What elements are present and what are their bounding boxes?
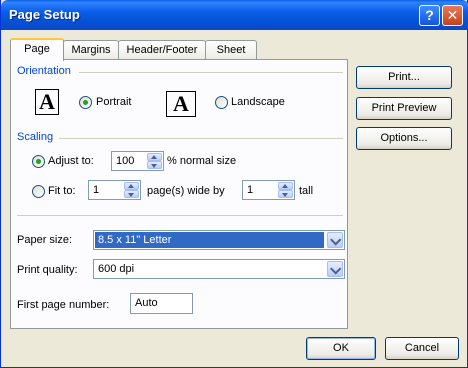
fit-wide-suffix: page(s) wide by: [147, 185, 225, 197]
first-page-number-label: First page number:: [17, 299, 110, 311]
fit-to-label[interactable]: Fit to:: [48, 185, 76, 197]
landscape-icon: A: [166, 91, 196, 117]
print-quality-value[interactable]: 600 dpi: [95, 261, 137, 277]
spin-up-icon[interactable]: [278, 182, 293, 190]
tab-margins-label: Margins: [71, 44, 111, 56]
chevron-down-icon[interactable]: [327, 261, 343, 277]
print-quality-label: Print quality:: [17, 264, 78, 276]
fit-tall-spinner[interactable]: 1: [242, 180, 295, 200]
fit-to-radio[interactable]: [32, 185, 45, 198]
scaling-divider: [59, 138, 343, 139]
adjust-to-suffix: % normal size: [167, 155, 237, 167]
spin-down-icon[interactable]: [278, 190, 293, 198]
cancel-button[interactable]: Cancel: [385, 337, 459, 360]
spin-up-icon[interactable]: [147, 153, 162, 161]
fit-tall-spin-arrows[interactable]: [278, 182, 293, 198]
chevron-down-icon[interactable]: [327, 232, 343, 248]
tab-sheet[interactable]: Sheet: [205, 40, 257, 60]
title-bar: Page Setup ? ✕: [1, 0, 468, 30]
tab-header-footer[interactable]: Header/Footer: [118, 40, 206, 60]
fit-wide-spinner[interactable]: 1: [88, 180, 141, 200]
portrait-label[interactable]: Portrait: [96, 96, 131, 108]
fit-wide-value[interactable]: 1: [93, 184, 99, 196]
adjust-to-spinner[interactable]: 100: [111, 151, 164, 171]
spin-down-icon[interactable]: [124, 190, 139, 198]
tab-header-footer-label: Header/Footer: [126, 44, 198, 56]
paper-size-select[interactable]: 8.5 x 11" Letter: [93, 230, 345, 250]
paper-size-value[interactable]: 8.5 x 11" Letter: [95, 232, 324, 248]
fit-tall-value[interactable]: 1: [247, 184, 253, 196]
options-button[interactable]: Options...: [356, 127, 452, 150]
ok-button[interactable]: OK: [306, 337, 376, 360]
portrait-icon: A: [35, 89, 59, 115]
section-divider: [17, 215, 343, 216]
paper-size-label: Paper size:: [17, 234, 73, 246]
tab-sheet-label: Sheet: [216, 44, 246, 56]
scaling-group-label: Scaling: [17, 131, 54, 143]
help-button[interactable]: ?: [419, 5, 440, 26]
adjust-to-radio[interactable]: [32, 155, 45, 168]
landscape-radio[interactable]: [215, 96, 228, 109]
spin-down-icon[interactable]: [147, 161, 162, 169]
tab-page-label: Page: [24, 43, 50, 55]
portrait-radio[interactable]: [79, 96, 92, 109]
print-preview-button[interactable]: Print Preview: [356, 97, 452, 120]
window-title: Page Setup: [9, 7, 80, 22]
spin-up-icon[interactable]: [124, 182, 139, 190]
adjust-to-spin-arrows[interactable]: [147, 153, 162, 169]
orientation-group-label: Orientation: [17, 65, 71, 77]
print-button[interactable]: Print...: [356, 66, 452, 89]
page-setup-dialog: Page Setup ? ✕ Page Margins Header/Foote…: [0, 0, 468, 368]
first-page-number-input[interactable]: Auto: [130, 293, 193, 314]
adjust-to-label[interactable]: Adjust to:: [48, 155, 94, 167]
close-button[interactable]: ✕: [442, 5, 463, 26]
orientation-divider: [79, 72, 343, 73]
fit-wide-spin-arrows[interactable]: [124, 182, 139, 198]
fit-tall-suffix: tall: [299, 185, 314, 197]
print-quality-select[interactable]: 600 dpi: [93, 259, 345, 279]
landscape-label[interactable]: Landscape: [231, 96, 285, 108]
adjust-to-value[interactable]: 100: [116, 155, 134, 167]
tab-margins[interactable]: Margins: [63, 40, 119, 60]
tab-page[interactable]: Page: [10, 38, 64, 61]
page-tab-panel: Orientation A Portrait A Landscape Scali…: [10, 59, 348, 329]
